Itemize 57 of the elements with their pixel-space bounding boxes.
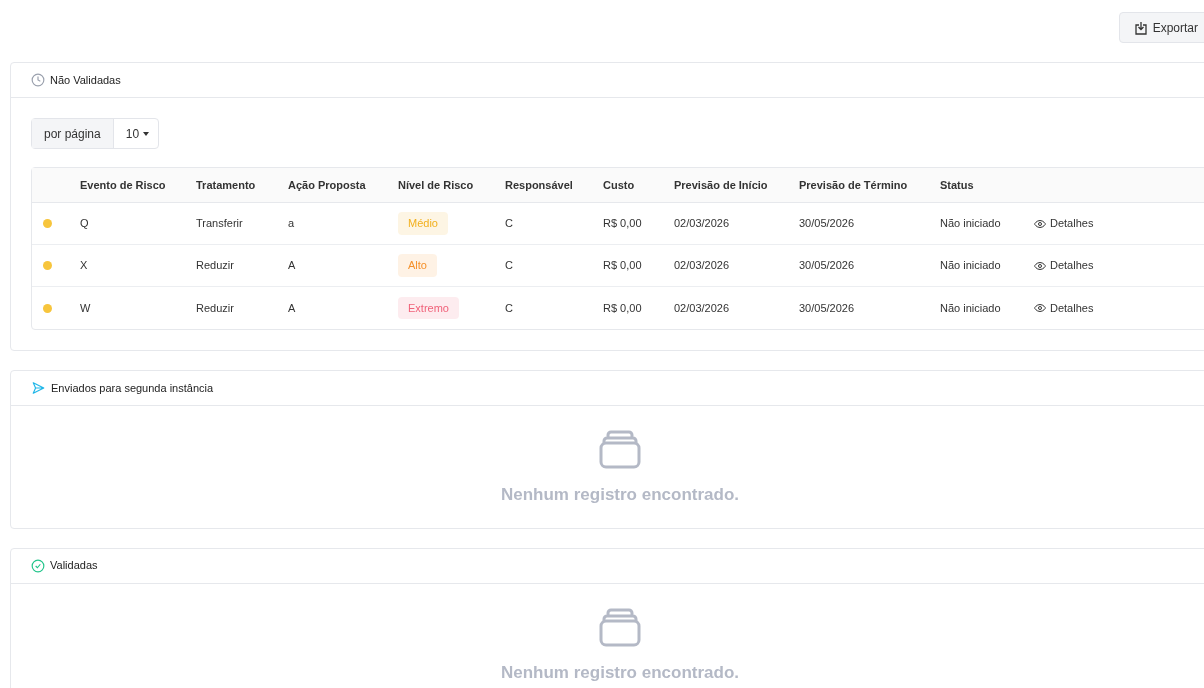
empty-message: Nenhum registro encontrado. [501,484,739,506]
send-icon [31,381,46,395]
eye-icon [1034,302,1046,314]
eye-icon [1034,259,1046,272]
empty-inbox-icon [599,430,641,470]
table-cell-text: X [80,258,89,274]
column-header: Tratamento [196,177,257,193]
table-cell-text: 30/05/2026 [799,216,856,232]
table-cell-text: 30/05/2026 [799,300,856,316]
table-cell-text: 02/03/2026 [674,216,731,232]
eye-icon [1034,217,1046,230]
table-cell-text: C [505,300,514,316]
column-header: Previsão de Início [674,177,769,193]
clock-icon [31,73,45,87]
table-cell-text: 30/05/2026 [799,258,856,274]
column-header: Evento de Risco [80,177,167,193]
column-header: Ação Proposta [288,177,367,193]
column-header: Nível de Risco [398,177,475,193]
per-page-select[interactable]: 10 [113,119,162,148]
risk-level-badge: Médio [398,212,448,235]
table-cell-text: A [288,300,297,316]
details-link[interactable]: Detalhes [1034,299,1204,317]
details-link[interactable]: Detalhes [1034,215,1204,232]
table-cell-text: Reduzir [196,300,235,316]
details-link[interactable]: Detalhes [1034,257,1204,274]
column-header: Responsável [505,177,574,193]
section-title: Enviados para segunda instância [51,380,214,396]
check-badge-icon [31,558,45,573]
risk-level-badge: Extremo [398,296,459,320]
export-button[interactable]: Exportar [1118,12,1204,43]
table-cell-text: 02/03/2026 [674,300,731,316]
risk-level-badge: Alto [398,254,437,277]
table-cell-text: Não iniciado [940,216,1002,232]
table-cell-text: Não iniciado [940,300,1002,316]
table-cell-text: Não iniciado [940,258,1002,274]
section-title: Não Validadas [50,72,121,88]
table-cell-text: a [288,216,296,232]
table-cell-text: C [505,258,514,274]
table-cell-text: R$ 0,00 [603,216,643,232]
table-cell-text: W [80,300,92,316]
caret-icon [143,131,150,136]
column-header: Previsão de Término [799,177,909,193]
section-title: Validadas [50,558,98,574]
table-cell-text: R$ 0,00 [603,258,643,274]
empty-message: Nenhum registro encontrado. [501,661,739,684]
table-cell-text: C [505,216,514,232]
column-header: Custo [603,177,636,193]
table-cell-text: Reduzir [196,258,235,274]
table-cell-text: A [288,258,297,274]
column-header: Status [940,177,975,193]
table-cell-text: R$ 0,00 [603,300,643,316]
table-cell-text: 02/03/2026 [674,258,731,274]
empty-inbox-icon [599,607,641,648]
table-cell-text: Transferir [196,216,244,232]
download-icon [1134,20,1147,35]
table-cell-text: Q [80,216,90,232]
per-page-label: por página [32,119,114,148]
